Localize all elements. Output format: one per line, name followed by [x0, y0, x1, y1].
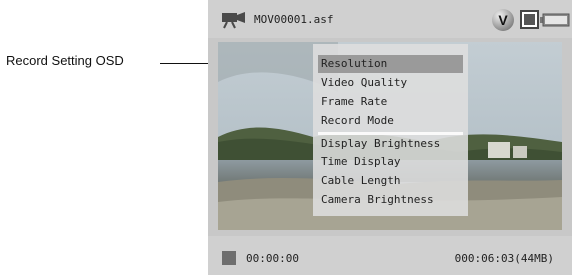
record-setting-osd-menu: Resolution Video Quality Frame Rate Reco… [313, 44, 468, 216]
stop-icon[interactable] [222, 251, 236, 265]
osd-item-frame-rate[interactable]: Frame Rate [318, 93, 463, 111]
osd-item-resolution[interactable]: Resolution [318, 55, 463, 73]
osd-item-video-quality[interactable]: Video Quality [318, 74, 463, 92]
osd-item-cable-length[interactable]: Cable Length [318, 172, 463, 190]
video-camera-icon [222, 12, 245, 29]
display-mode-icon [520, 10, 539, 29]
elapsed-time: 00:00:00 [246, 252, 299, 265]
video-mode-badge: V [492, 9, 514, 31]
osd-item-record-mode[interactable]: Record Mode [318, 112, 463, 130]
file-name: MOV00001.asf [254, 13, 334, 26]
callout-label: Record Setting OSD [6, 53, 124, 68]
remaining-time: 000:06:03(44MB) [454, 252, 554, 265]
osd-item-camera-brightness[interactable]: Camera Brightness [318, 191, 463, 209]
osd-item-display-brightness[interactable]: Display Brightness [318, 135, 463, 153]
battery-icon [540, 13, 570, 27]
osd-item-time-display[interactable]: Time Display [318, 153, 463, 171]
status-bar: MOV00001.asf V [208, 0, 572, 38]
bottom-status-bar: 00:00:00 000:06:03(44MB) [208, 236, 572, 275]
